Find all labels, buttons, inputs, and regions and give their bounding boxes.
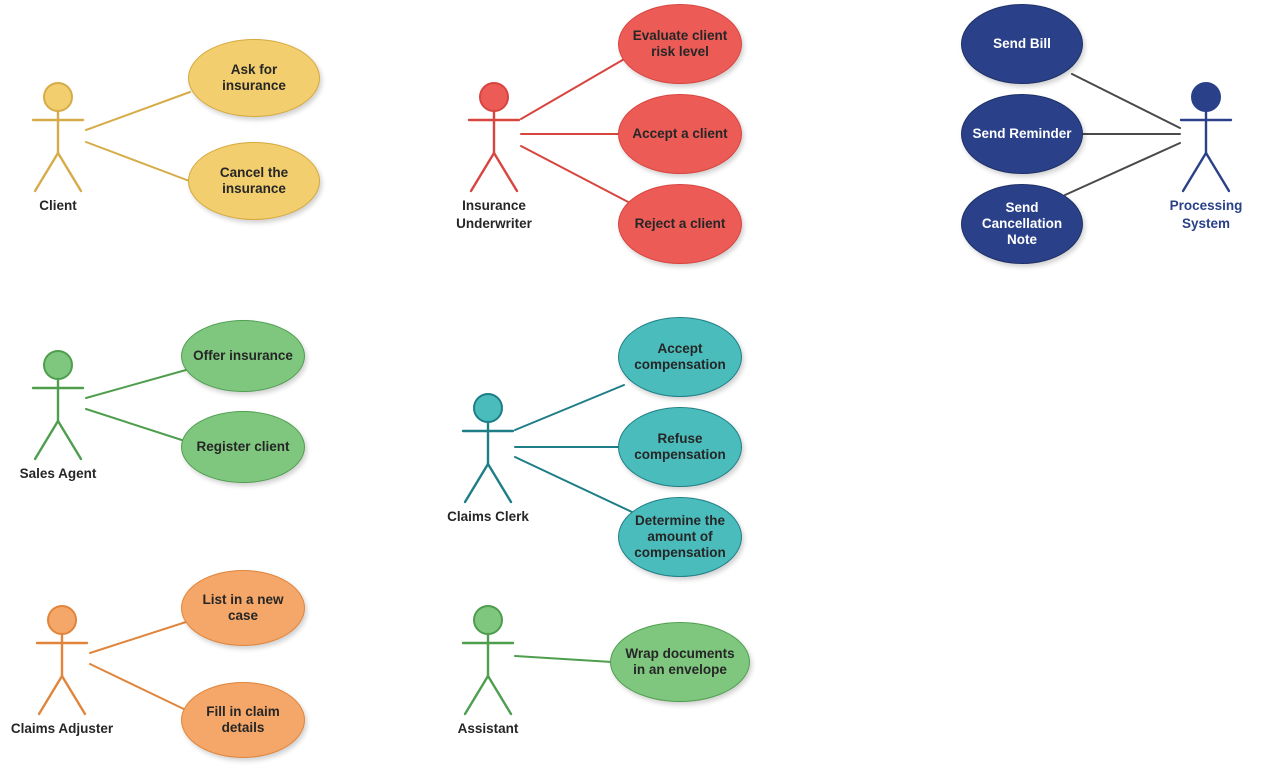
use-case-label: Accept a client [632, 126, 728, 142]
use-case-diagram-canvas: Ask for insurance Cancel the insurance Cli… [0, 0, 1261, 768]
actor-leg-left [463, 462, 490, 504]
actor-leg-right [492, 151, 519, 193]
association-line [1071, 73, 1181, 129]
actor-head-icon [47, 605, 77, 635]
association-line [514, 655, 613, 663]
use-case-accept-compensation[interactable]: Accept compensation [618, 317, 742, 397]
actor-label-insurance-underwriter: Insurance Underwriter [456, 198, 532, 232]
association-line [520, 145, 633, 205]
use-case-evaluate-client-risk-level[interactable]: Evaluate client risk level [618, 4, 742, 84]
use-case-label: List in a new case [202, 592, 284, 623]
use-case-accept-a-client[interactable]: Accept a client [618, 94, 742, 174]
use-case-label: Accept compensation [634, 341, 726, 372]
association-line [85, 141, 193, 183]
actor-insurance-underwriter[interactable] [464, 81, 524, 196]
use-case-fill-in-claim-details[interactable]: Fill in claim details [181, 682, 305, 758]
use-case-label: Evaluate client risk level [632, 28, 728, 59]
use-case-label: Reject a client [634, 216, 726, 232]
use-case-label: Fill in claim details [206, 704, 280, 735]
use-case-send-bill[interactable]: Send Bill [961, 4, 1083, 84]
use-case-label: Send Cancellation Note [981, 200, 1063, 247]
actor-claims-clerk[interactable] [458, 392, 518, 507]
actor-label-assistant: Assistant [457, 721, 519, 736]
use-case-reject-a-client[interactable]: Reject a client [618, 184, 742, 264]
actor-leg-right [1204, 151, 1231, 193]
association-line [85, 408, 189, 443]
use-case-wrap-documents-in-an-envelope[interactable]: Wrap documents in an envelope [610, 622, 750, 702]
use-case-ask-for-insurance[interactable]: Ask for insurance [188, 39, 320, 117]
use-case-label: Send Bill [993, 36, 1051, 52]
association-line [85, 369, 187, 399]
use-case-cancel-the-insurance[interactable]: Cancel the insurance [188, 142, 320, 220]
actor-claims-adjuster[interactable] [32, 604, 92, 719]
use-case-send-reminder[interactable]: Send Reminder [961, 94, 1083, 174]
use-case-register-client[interactable]: Register client [181, 411, 305, 483]
actor-client[interactable] [28, 81, 88, 196]
use-case-send-cancellation-note[interactable]: Send Cancellation Note [961, 184, 1083, 264]
use-case-determine-the-amount-of-compensation[interactable]: Determine the amount of compensation [618, 497, 742, 577]
actor-head-icon [43, 82, 73, 112]
actor-label-claims-clerk: Claims Clerk [447, 509, 529, 524]
association-line [85, 91, 191, 131]
association-line [514, 456, 633, 513]
use-case-label: Refuse compensation [634, 431, 726, 462]
use-case-label: Wrap documents in an envelope [625, 646, 735, 677]
use-case-label: Determine the amount of compensation [634, 513, 726, 560]
actor-head-icon [473, 605, 503, 635]
actor-processing-system[interactable] [1176, 81, 1236, 196]
actor-head-icon [43, 350, 73, 380]
actor-leg-right [56, 419, 83, 461]
actor-leg-left [33, 151, 60, 193]
actor-leg-left [1181, 151, 1208, 193]
association-line [520, 57, 627, 120]
actor-head-icon [473, 393, 503, 423]
actor-label-client: Client [39, 198, 77, 213]
actor-leg-left [469, 151, 496, 193]
actor-head-icon [1191, 82, 1221, 112]
association-line [89, 621, 187, 654]
actor-label-processing-system: Processing System [1169, 198, 1243, 232]
actor-leg-right [486, 674, 513, 716]
association-line [514, 384, 625, 431]
use-case-label: Send Reminder [972, 126, 1072, 142]
actor-assistant[interactable] [458, 604, 518, 719]
use-case-refuse-compensation[interactable]: Refuse compensation [618, 407, 742, 487]
association-line [89, 663, 191, 713]
use-case-label: Offer insurance [193, 348, 293, 364]
actor-label-sales-agent: Sales Agent [19, 466, 97, 481]
actor-leg-right [486, 462, 513, 504]
use-case-label: Cancel the insurance [219, 165, 289, 196]
actor-leg-right [56, 151, 83, 193]
actor-leg-right [60, 674, 87, 716]
use-case-offer-insurance[interactable]: Offer insurance [181, 320, 305, 392]
association-line [1064, 142, 1181, 196]
use-case-list-in-a-new-case[interactable]: List in a new case [181, 570, 305, 646]
use-case-label: Ask for insurance [222, 62, 286, 93]
actor-head-icon [479, 82, 509, 112]
actor-sales-agent[interactable] [28, 349, 88, 464]
actor-leg-left [33, 419, 60, 461]
actor-leg-left [463, 674, 490, 716]
use-case-label: Register client [196, 439, 290, 455]
actor-label-claims-adjuster: Claims Adjuster [10, 721, 114, 736]
actor-leg-left [37, 674, 64, 716]
